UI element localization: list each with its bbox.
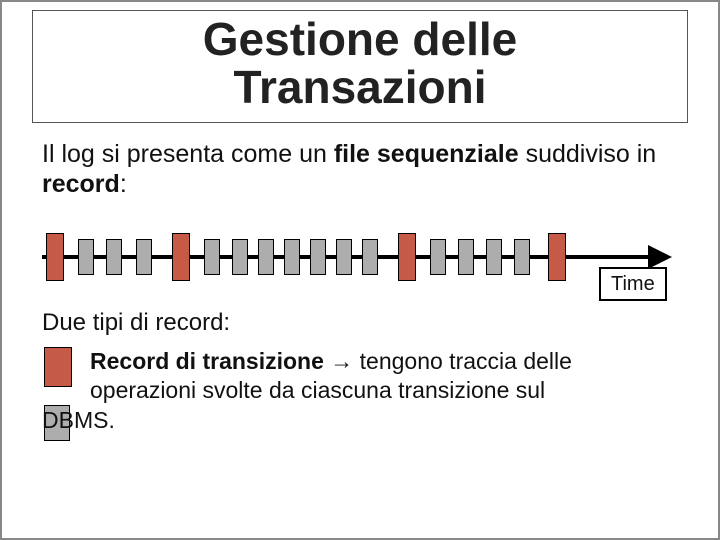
- tick-gray: [136, 239, 152, 275]
- tick-gray: [362, 239, 378, 275]
- title-box: Gestione delle Transazioni: [32, 10, 688, 123]
- tick-red: [46, 233, 64, 281]
- slide-body: Il log si presenta come un file sequenzi…: [2, 123, 718, 468]
- title-line-1: Gestione delle: [203, 13, 517, 65]
- tick-red: [398, 233, 416, 281]
- dbms-text: DBMS.: [42, 407, 115, 435]
- tick-gray: [336, 239, 352, 275]
- intro-suffix: :: [120, 170, 127, 198]
- arrowhead-icon: [648, 245, 672, 269]
- intro-paragraph: Il log si presenta come un file sequenzi…: [42, 139, 678, 199]
- subhead: Due tipi di record:: [42, 309, 678, 338]
- tick-gray: [514, 239, 530, 275]
- tick-red: [172, 233, 190, 281]
- intro-prefix: Il log si presenta come un: [42, 140, 334, 168]
- intro-mid: suddiviso in: [519, 140, 657, 168]
- tick-gray: [284, 239, 300, 275]
- record-lead: Record di transizione: [90, 348, 324, 374]
- tick-gray: [204, 239, 220, 275]
- timeline: Time: [42, 229, 678, 291]
- legend-area: Record di transizione → tengono traccia …: [42, 347, 678, 467]
- slide-title: Gestione delle Transazioni: [43, 15, 677, 112]
- tick-gray: [106, 239, 122, 275]
- tick-gray: [78, 239, 94, 275]
- legend-red-box: [44, 347, 72, 387]
- slide: Gestione delle Transazioni Il log si pre…: [0, 0, 720, 540]
- time-label: Time: [599, 267, 667, 301]
- tick-gray: [486, 239, 502, 275]
- record-text: Record di transizione → tengono traccia …: [90, 347, 678, 405]
- tick-red: [548, 233, 566, 281]
- tick-gray: [310, 239, 326, 275]
- tick-gray: [458, 239, 474, 275]
- tick-gray: [232, 239, 248, 275]
- tick-gray: [258, 239, 274, 275]
- intro-bold-file: file sequenziale: [334, 140, 519, 168]
- title-line-2: Transazioni: [233, 61, 486, 113]
- tick-gray: [430, 239, 446, 275]
- arrow-icon: →: [324, 348, 360, 374]
- intro-bold-record: record: [42, 170, 120, 198]
